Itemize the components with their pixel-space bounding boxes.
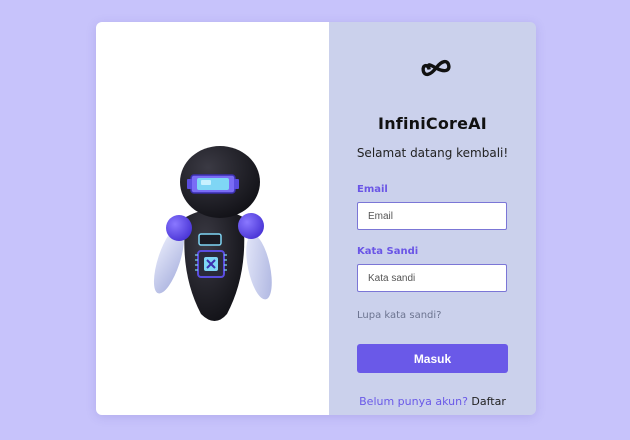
brand-name: InfiniCoreAI [378, 114, 487, 133]
illustration-panel [96, 22, 329, 415]
signup-prompt: Belum punya akun? Daftar [329, 395, 536, 408]
signup-link[interactable]: Daftar [471, 395, 505, 408]
infinity-icon [421, 59, 451, 77]
login-button[interactable]: Masuk [357, 344, 508, 373]
email-field[interactable] [357, 202, 507, 230]
password-field[interactable] [357, 264, 507, 292]
forgot-password-link[interactable]: Lupa kata sandi? [357, 310, 441, 321]
signup-question: Belum punya akun? [359, 395, 468, 408]
email-label: Email [357, 184, 388, 195]
password-label: Kata Sandi [357, 246, 419, 257]
welcome-text: Selamat datang kembali! [356, 146, 509, 160]
robot-illustration [153, 146, 272, 321]
login-panel: InfiniCoreAI Selamat datang kembali! Ema… [329, 22, 536, 415]
login-card: InfiniCoreAI Selamat datang kembali! Ema… [96, 22, 536, 415]
